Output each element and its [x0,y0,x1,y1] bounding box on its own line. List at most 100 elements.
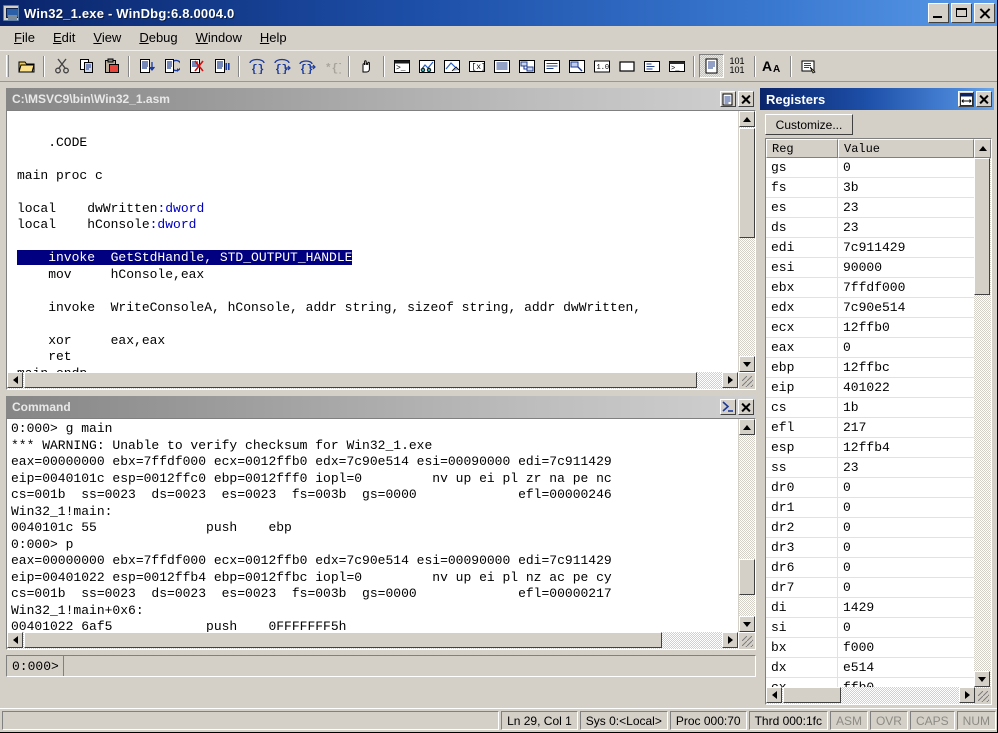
register-value-cell[interactable]: 0 [838,158,976,178]
stop-debugging-icon[interactable] [184,54,209,78]
register-row[interactable]: dr60 [766,558,991,578]
restart-icon[interactable] [159,54,184,78]
register-row[interactable]: edi7c911429 [766,238,991,258]
register-value-cell[interactable]: 90000 [838,258,976,278]
registers-column-value[interactable]: Value [838,139,974,158]
go-icon[interactable] [134,54,159,78]
command-window-icon[interactable]: >_ [389,54,414,78]
maximize-button[interactable] [951,3,972,23]
register-value-cell[interactable]: e514 [838,658,976,678]
registers-column-reg[interactable]: Reg [766,139,838,158]
menu-help[interactable]: Help [251,27,296,48]
command-output-area[interactable]: 0:000> g main*** WARNING: Unable to veri… [7,419,738,632]
register-value-cell[interactable]: 0 [838,558,976,578]
source-scroll-left-button[interactable] [7,372,23,388]
register-value-cell[interactable]: 1429 [838,598,976,618]
call-stack-window-icon[interactable] [514,54,539,78]
source-vertical-scrollbar[interactable] [738,111,755,372]
command-window-size-grip[interactable] [739,633,755,649]
step-into-icon[interactable]: {} [244,54,269,78]
register-row[interactable]: bxf000 [766,638,991,658]
source-vertical-scroll-thumb[interactable] [739,128,755,238]
register-value-cell[interactable]: 23 [838,218,976,238]
command-scroll-right-button[interactable] [722,632,738,648]
registers-vertical-scroll-thumb[interactable] [974,158,990,295]
registers-window-icon[interactable]: [x] [464,54,489,78]
register-row[interactable]: si0 [766,618,991,638]
close-button[interactable] [974,3,995,23]
register-value-cell[interactable]: 23 [838,198,976,218]
source-window-restore-button[interactable] [720,91,736,107]
disassembly-window-icon[interactable] [539,54,564,78]
register-row[interactable]: dr20 [766,518,991,538]
minimize-button[interactable] [928,3,949,23]
shell-window-icon[interactable]: >_ [664,54,689,78]
register-value-cell[interactable]: 0 [838,578,976,598]
registers-horizontal-scroll-thumb[interactable] [783,687,841,703]
source-scroll-down-button[interactable] [739,356,755,372]
register-value-cell[interactable]: 0 [838,538,976,558]
customize-button[interactable]: Customize... [765,114,853,135]
register-row[interactable]: gs0 [766,158,991,178]
source-window-close-button[interactable] [738,91,754,107]
menu-window[interactable]: Window [187,27,251,48]
register-row[interactable]: dr70 [766,578,991,598]
register-row[interactable]: efl217 [766,418,991,438]
registers-header-scroll-up[interactable] [974,139,991,158]
registers-scroll-left-button[interactable] [766,687,782,703]
register-row[interactable]: dr30 [766,538,991,558]
command-scroll-left-button[interactable] [7,632,23,648]
source-horizontal-scroll-thumb[interactable] [24,372,697,388]
options-icon[interactable] [796,54,821,78]
register-value-cell[interactable]: 0 [838,518,976,538]
register-row[interactable]: ebp12ffbc [766,358,991,378]
command-window-close-button[interactable] [738,399,754,415]
source-window-titlebar[interactable]: C:\MSVC9\bin\Win32_1.asm [6,88,756,110]
font-icon[interactable]: A A [760,54,786,78]
register-value-cell[interactable]: 7ffdf000 [838,278,976,298]
register-row[interactable]: cs1b [766,398,991,418]
registers-panel-dock-button[interactable] [958,91,974,107]
menu-view[interactable]: View [84,27,130,48]
register-value-cell[interactable]: 0 [838,478,976,498]
registers-scroll-right-button[interactable] [959,687,975,703]
break-icon[interactable] [209,54,234,78]
command-window-titlebar[interactable]: Command [6,396,756,418]
copy-icon[interactable] [74,54,99,78]
notes-window-icon[interactable] [639,54,664,78]
source-code-area[interactable]: .CODEmain proc clocal dwWritten:dwordloc… [7,111,738,372]
open-file-icon[interactable] [14,54,39,78]
command-input[interactable] [63,656,755,676]
command-horizontal-scroll-thumb[interactable] [24,632,662,648]
register-value-cell[interactable]: 0 [838,498,976,518]
paste-icon[interactable] [99,54,124,78]
registers-scroll-down-button[interactable] [974,671,990,687]
register-row[interactable]: ecx12ffb0 [766,318,991,338]
run-to-cursor-icon[interactable]: *{} [319,54,344,78]
step-over-icon[interactable]: {} [269,54,294,78]
register-row[interactable]: esi90000 [766,258,991,278]
register-value-cell[interactable]: 12ffb4 [838,438,976,458]
registers-panel-titlebar[interactable]: Registers [760,88,994,110]
registers-panel-close-button[interactable] [976,91,992,107]
register-row[interactable]: ss23 [766,458,991,478]
source-mode-toggle-icon[interactable] [699,54,724,78]
register-row[interactable]: cxffb0 [766,678,991,687]
register-row[interactable]: dxe514 [766,658,991,678]
processes-threads-icon[interactable]: 1.0 [589,54,614,78]
register-value-cell[interactable]: f000 [838,638,976,658]
register-row[interactable]: es23 [766,198,991,218]
command-horizontal-scrollbar[interactable] [7,632,738,649]
command-browser-icon[interactable] [614,54,639,78]
toolbar-grip[interactable] [6,55,9,77]
register-row[interactable]: di1429 [766,598,991,618]
register-value-cell[interactable]: 12ffbc [838,358,976,378]
watch-window-icon[interactable] [414,54,439,78]
register-row[interactable]: ds23 [766,218,991,238]
register-row[interactable]: edx7c90e514 [766,298,991,318]
locals-window-icon[interactable] [439,54,464,78]
command-scroll-down-button[interactable] [739,616,755,632]
menu-edit[interactable]: Edit [44,27,84,48]
register-row[interactable]: fs3b [766,178,991,198]
menu-debug[interactable]: Debug [130,27,186,48]
